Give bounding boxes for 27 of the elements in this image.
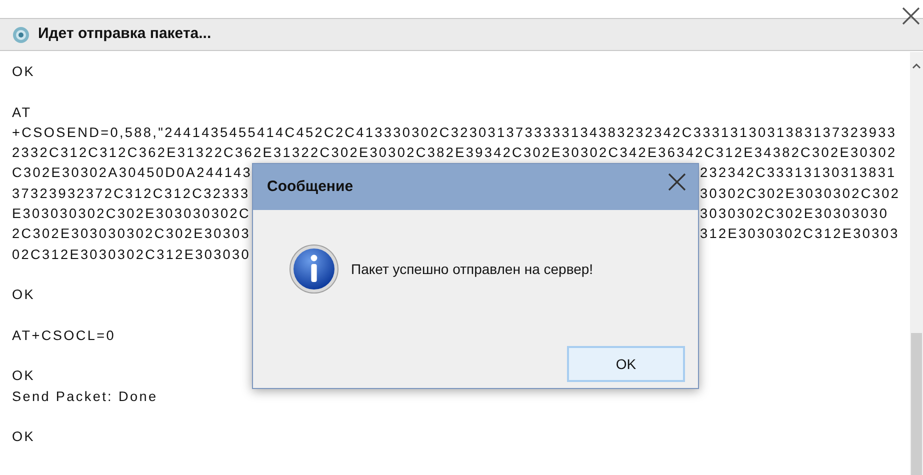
scrollbar-thumb[interactable] bbox=[911, 333, 922, 475]
dialog-title: Сообщение bbox=[267, 176, 354, 197]
log-text: E303030302C302E303030302C bbox=[12, 205, 251, 224]
log-text: OK bbox=[12, 368, 36, 384]
log-text: 2332C312C312C362E31322C362E31322C302E30302C382E39342C302E30302C342E36342C312E34382C302E30302 bbox=[12, 145, 897, 160]
log-text: AT+CSOCL=0 bbox=[12, 328, 116, 343]
log-text: 2C302E303030302C302E30303 bbox=[12, 225, 251, 244]
log-text: C302E30302A30450D0A244143 bbox=[12, 164, 252, 182]
log-text: 02C312E3030302C312E303030 bbox=[12, 246, 251, 264]
log-text: 232342C33313130313831 bbox=[700, 164, 896, 182]
log-text: Send Packet: Done bbox=[12, 388, 158, 404]
log-text: 3030302C302E30303030 bbox=[700, 205, 889, 224]
log-text: AT bbox=[12, 104, 32, 120]
log-text: +CSOSEND=0,588,"2441435455414C452C2C413330302C3230313733333134383232342C3331313031383137323933 bbox=[12, 124, 897, 140]
log-text: OK bbox=[12, 64, 36, 79]
log-text: OK bbox=[12, 287, 36, 302]
dialog-message: Пакет успешно отправлен на сервер! bbox=[351, 260, 594, 279]
info-icon bbox=[289, 244, 339, 294]
log-text: 30302C302E3030302C302 bbox=[700, 184, 900, 203]
ok-button[interactable]: OK bbox=[567, 346, 685, 382]
log-text: OK bbox=[12, 429, 36, 444]
log-text: 312E3030302C312E30303 bbox=[700, 225, 900, 244]
log-text: 37323932372C312C312C32333 bbox=[12, 184, 250, 203]
close-icon[interactable] bbox=[901, 6, 921, 26]
emblem-icon bbox=[12, 26, 30, 44]
close-icon[interactable] bbox=[666, 171, 688, 193]
window-title: Идет отправка пакета... bbox=[38, 24, 212, 44]
